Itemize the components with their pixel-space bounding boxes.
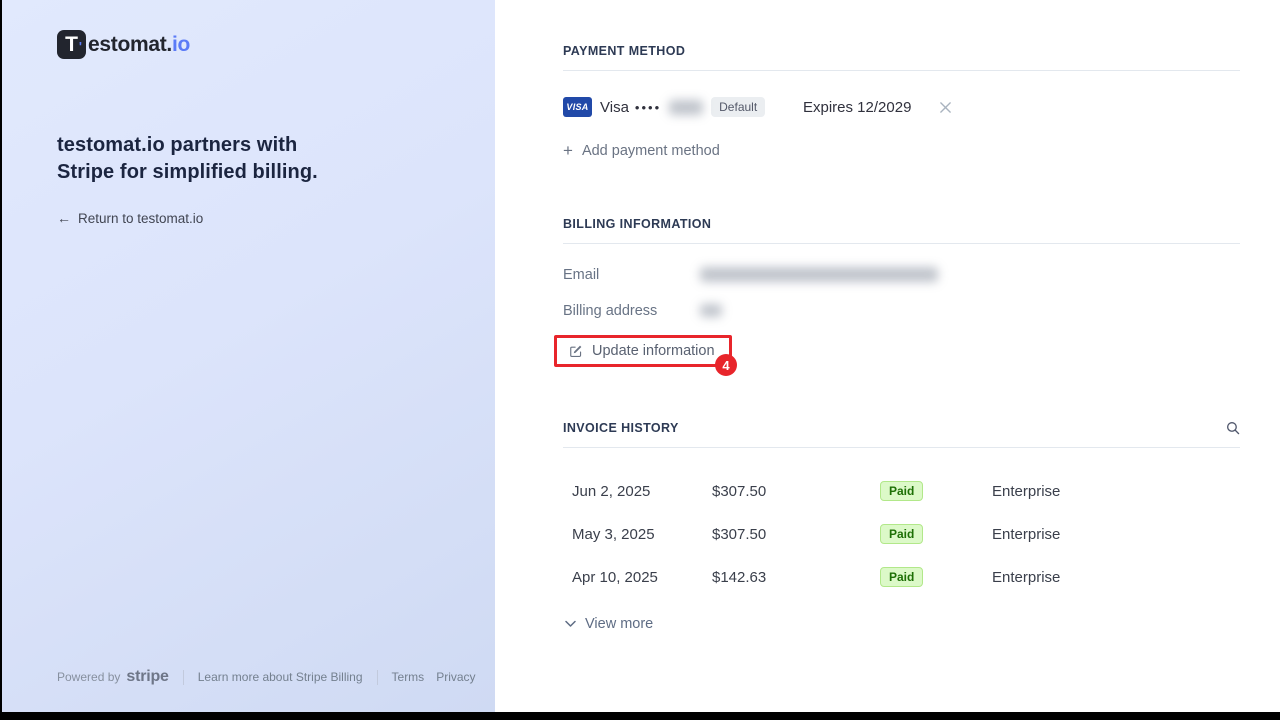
section-divider [563,70,1240,71]
billing-main-panel: PAYMENT METHOD VISA Visa •••• Default Ex… [495,0,1280,712]
update-information-button[interactable]: Update information [563,343,733,359]
invoice-history-header: INVOICE HISTORY [563,421,1240,435]
card-brand-label: Visa [600,99,629,116]
privacy-link[interactable]: Privacy [436,670,475,684]
search-icon [1226,421,1240,435]
invoice-plan: Enterprise [992,526,1242,543]
return-link[interactable]: ← Return to testomat.io [57,210,203,226]
plus-icon: + [563,144,573,158]
billing-address-label: Billing address [563,303,700,319]
footer-divider [377,670,378,685]
billing-portal-window: T ' estomat.io testomat.io partners with… [2,0,1280,712]
headline-line-1: testomat.io partners with [57,132,357,159]
section-divider [563,447,1240,448]
logo-tick: ' [79,32,82,61]
remove-card-button[interactable] [939,101,952,114]
invoice-status-cell: Paid [880,524,992,544]
paid-status-badge: Paid [880,481,923,501]
invoice-history-section: INVOICE HISTORY Jun 2, 2025 $307.50 Paid… [563,421,1242,632]
billing-information-section: BILLING INFORMATION Email Billing addres… [563,217,1242,361]
invoice-amount: $142.63 [712,569,880,586]
testomat-logo-mark: T ' [57,30,86,59]
powered-by-label: Powered by [57,670,120,684]
logo-letter: T [65,33,78,56]
learn-more-link[interactable]: Learn more about Stripe Billing [198,670,363,684]
view-more-button[interactable]: View more [563,616,1242,632]
billing-address-value-redacted [700,304,722,317]
invoice-status-cell: Paid [880,567,992,587]
partner-headline: testomat.io partners with Stripe for sim… [57,132,357,186]
visa-icon: VISA [563,97,592,117]
sidebar-footer: Powered by stripe Learn more about Strip… [57,668,476,686]
footer-divider [183,670,184,685]
email-label: Email [563,267,700,283]
update-information-wrap: Update information 4 [563,343,733,361]
invoice-amount: $307.50 [712,526,880,543]
email-value-redacted [700,267,938,282]
back-arrow-icon: ← [57,210,71,226]
default-badge: Default [711,97,765,117]
email-row: Email [563,266,1242,283]
view-more-label: View more [585,616,653,632]
add-payment-method-button[interactable]: + Add payment method [563,143,1242,159]
section-divider [563,243,1240,244]
close-icon [939,101,952,114]
invoice-row[interactable]: May 3, 2025 $307.50 Paid Enterprise [563,524,1242,542]
payment-method-section: PAYMENT METHOD VISA Visa •••• Default Ex… [563,44,1242,159]
invoice-table: Jun 2, 2025 $307.50 Paid Enterprise May … [563,481,1242,585]
add-payment-method-label: Add payment method [582,143,720,159]
invoice-plan: Enterprise [992,569,1242,586]
terms-link[interactable]: Terms [392,670,425,684]
billing-address-row: Billing address [563,302,1242,319]
card-last4-redacted [669,100,703,115]
invoice-row[interactable]: Jun 2, 2025 $307.50 Paid Enterprise [563,481,1242,499]
invoice-plan: Enterprise [992,483,1242,500]
invoice-history-title: INVOICE HISTORY [563,421,679,435]
card-expiry-label: Expires 12/2029 [803,99,911,116]
invoice-status-cell: Paid [880,481,992,501]
logo-wordmark: estomat.io [88,33,190,57]
invoice-amount: $307.50 [712,483,880,500]
invoice-date: Apr 10, 2025 [572,569,712,586]
invoice-date: May 3, 2025 [572,526,712,543]
invoice-date: Jun 2, 2025 [572,483,712,500]
paid-status-badge: Paid [880,567,923,587]
card-dots: •••• [635,100,661,115]
invoice-row[interactable]: Apr 10, 2025 $142.63 Paid Enterprise [563,567,1242,585]
return-link-label: Return to testomat.io [78,211,203,226]
update-information-label: Update information [592,343,715,359]
search-invoices-button[interactable] [1226,421,1240,435]
chevron-down-icon [565,620,576,628]
edit-icon [569,344,583,358]
stripe-logo[interactable]: stripe [126,668,168,686]
billing-information-title: BILLING INFORMATION [563,217,1242,231]
headline-line-2: Stripe for simplified billing. [57,159,357,186]
paid-status-badge: Paid [880,524,923,544]
payment-card-row: VISA Visa •••• Default Expires 12/2029 [563,96,1240,118]
payment-method-title: PAYMENT METHOD [563,44,1242,58]
testomat-logo: T ' estomat.io [57,30,190,59]
sidebar: T ' estomat.io testomat.io partners with… [2,0,495,712]
